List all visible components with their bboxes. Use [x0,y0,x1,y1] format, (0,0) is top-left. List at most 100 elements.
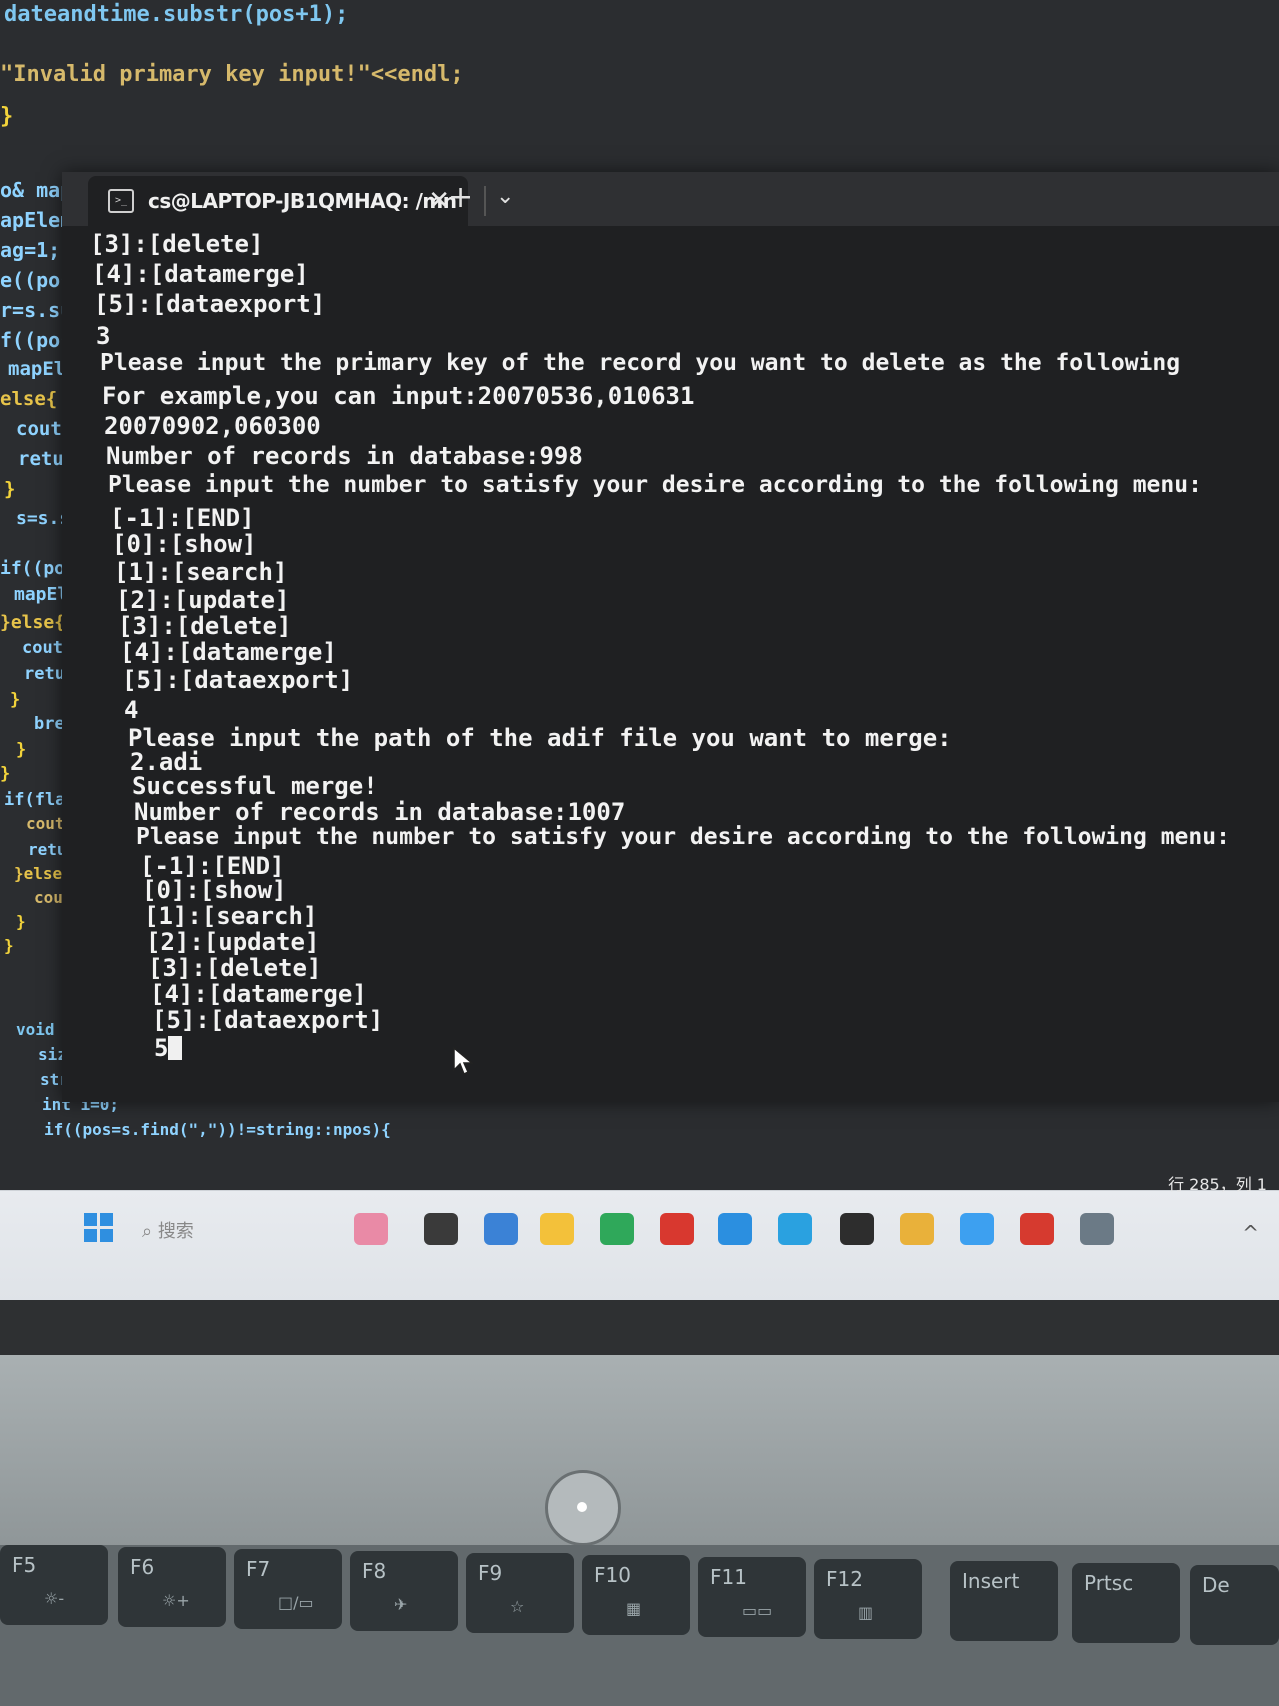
key-f7[interactable]: F7 □/▭ [234,1549,342,1629]
terminal-line: Please input the primary key of the reco… [100,350,1181,376]
key-de[interactable]: De [1190,1565,1279,1645]
terminal-line: [1]:[search] [144,902,318,930]
key-f5[interactable]: F5 ☼- [0,1545,108,1625]
tab-title: cs@LAPTOP-JB1QMHAQ: /mn [148,189,457,213]
terminal-line: [2]:[update] [116,586,290,614]
key-f10[interactable]: F10 ▦ [582,1555,690,1635]
taskbar: 行 285，列 1 ⌕ 搜索 ^ [0,1175,1279,1301]
terminal-line: 5 [154,1034,183,1062]
key-f8[interactable]: F8 ✈ [350,1551,458,1631]
laptop-palmrest [0,1355,1279,1555]
taskbar-search[interactable]: ⌕ 搜索 [142,1217,194,1243]
terminal-line: Number of records in database:998 [106,442,583,470]
key-function-icon: ▥ [858,1603,874,1622]
settings-icon[interactable] [1080,1213,1114,1245]
tab-dropdown-icon[interactable]: ⌄ [496,184,514,209]
code-line: } [0,764,11,784]
terminal-app-icon[interactable] [840,1213,874,1245]
kite-icon[interactable] [960,1213,994,1245]
chrome-icon[interactable] [900,1213,934,1245]
key-f12[interactable]: F12 ▥ [814,1559,922,1639]
file-explorer-icon[interactable] [540,1213,574,1245]
code-line: ag=1; [0,238,61,262]
terminal-line: [4]:[datamerge] [120,638,337,666]
terminal-window: >_ cs@LAPTOP-JB1QMHAQ: /mn ✕ + ⌄ [3]:[de… [62,172,1279,1102]
key-prtsc[interactable]: Prtsc [1072,1563,1180,1643]
text-cursor [168,1036,183,1060]
code-line: if((pos=s.find(","))!=string::npos){ [44,1120,391,1139]
key-label: F5 [12,1553,37,1577]
code-line: } [16,740,27,760]
terminal-line: Please input the number to satisfy your … [108,472,1202,498]
terminal-line: 3 [96,322,111,350]
keyboard: F5 ☼- F6 ☼+ F7 □/▭ F8 ✈ F9 ☆ F10 ▦ F11 ▭▭ F12 ▥ Insert Pr… [0,1545,1279,1706]
tab-divider [484,186,486,216]
mouse-pointer-icon [453,1046,474,1076]
terminal-line: [0]:[show] [112,530,257,558]
store-icon[interactable] [484,1213,518,1245]
search-placeholder: 搜索 [157,1221,194,1242]
key-f11[interactable]: F11 ▭▭ [698,1557,806,1637]
code-line: } [16,912,26,931]
filezilla-icon[interactable] [660,1213,694,1245]
terminal-line: Number of records in database:1007 [134,798,626,826]
code-line: dateandtime.substr(pos+1); [4,2,349,27]
terminal-tab-bar: >_ cs@LAPTOP-JB1QMHAQ: /mn ✕ + ⌄ [62,172,1279,226]
telegram-icon[interactable] [778,1213,812,1245]
terminal-line: [3]:[delete] [118,612,292,640]
key-label: F8 [362,1559,387,1583]
code-line: } [4,936,14,955]
terminal-line: Please input the number to satisfy your … [136,824,1230,850]
terminal-line: [0]:[show] [142,876,287,904]
wps-icon[interactable] [1020,1213,1054,1245]
widgets-icon[interactable] [354,1213,388,1245]
editor-status-position: 行 285，列 1 [1168,1175,1267,1194]
key-label: Insert [962,1569,1020,1593]
task-view-icon[interactable] [424,1213,458,1245]
vscode-icon[interactable] [718,1213,752,1245]
key-label: F12 [826,1567,863,1591]
terminal-line: [3]:[delete] [90,230,264,258]
terminal-line: [4]:[datamerge] [92,260,309,288]
code-line: } [4,478,16,500]
key-f9[interactable]: F9 ☆ [466,1553,574,1633]
key-label: F11 [710,1565,747,1589]
terminal-line: 20070902,060300 [104,412,321,440]
key-label: F10 [594,1563,631,1587]
key-function-icon: ☼+ [162,1591,190,1610]
power-button[interactable] [545,1470,621,1546]
terminal-output[interactable]: [3]:[delete] [4]:[datamerge] [5]:[dataexpo… [62,226,1279,1102]
terminal-icon: >_ [108,189,134,213]
terminal-line: Please input the path of the adif file y… [128,724,952,752]
key-f6[interactable]: F6 ☼+ [118,1547,226,1627]
terminal-line: Successful merge! [132,772,378,800]
key-function-icon: ▦ [626,1599,642,1618]
code-line: else{ [0,388,58,410]
terminal-line: [2]:[update] [146,928,320,956]
code-line: }else{ [0,612,66,633]
key-label: Prtsc [1084,1571,1134,1595]
code-line: "Invalid primary key input!"<<endl; [0,62,464,87]
terminal-line: For example,you can input:20070536,01063… [102,382,695,410]
close-tab-icon[interactable]: ✕ [428,186,450,216]
key-insert[interactable]: Insert [950,1561,1058,1641]
key-function-icon: ☆ [510,1597,525,1616]
terminal-line: 4 [124,696,139,724]
mail-icon[interactable] [600,1213,634,1245]
key-label: F7 [246,1557,271,1581]
code-line: } [10,690,21,710]
terminal-line: [5]:[dataexport] [122,666,354,694]
code-line: } [0,104,14,129]
key-label: F6 [130,1555,155,1579]
terminal-line: [5]:[dataexport] [94,290,326,318]
terminal-tab[interactable]: >_ cs@LAPTOP-JB1QMHAQ: /mn ✕ [88,176,468,226]
terminal-line: [5]:[dataexport] [152,1006,384,1034]
key-function-icon: ▭▭ [742,1601,773,1620]
new-tab-button[interactable]: + [448,180,473,215]
key-function-icon: □/▭ [278,1593,314,1612]
windows-start-icon[interactable] [84,1213,114,1243]
key-function-icon: ✈ [394,1595,408,1614]
terminal-line: [4]:[datamerge] [150,980,367,1008]
key-function-icon: ☼- [44,1589,65,1608]
tray-caret-icon[interactable]: ^ [1242,1221,1259,1245]
